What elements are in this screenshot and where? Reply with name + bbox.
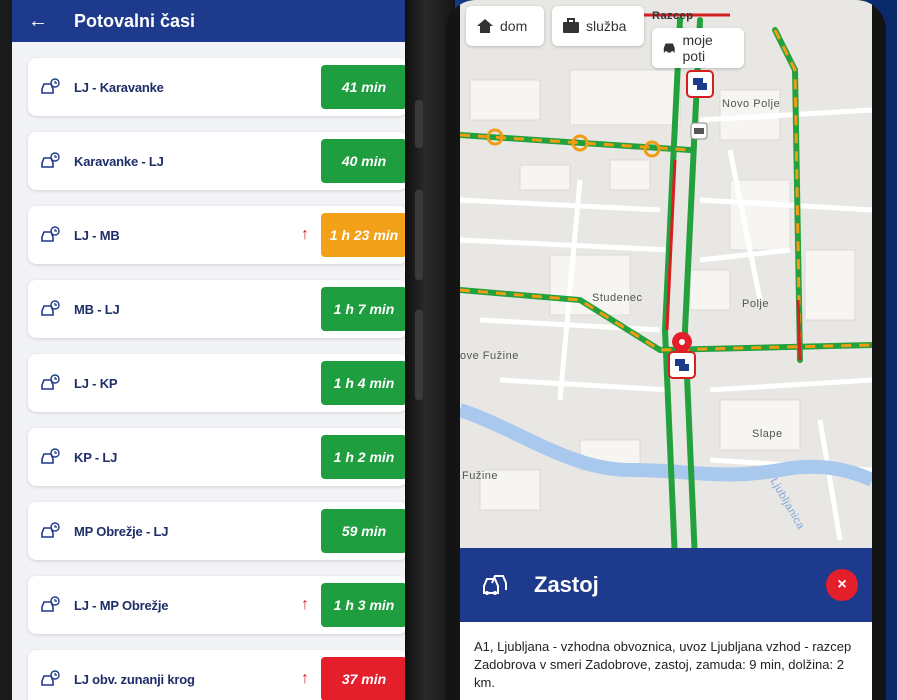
camera-icon [690, 122, 708, 140]
place-label: Novo Polje [722, 98, 781, 110]
place-label: Polje [742, 298, 769, 310]
camera-marker[interactable] [690, 122, 708, 145]
travel-time-badge: 1 h 2 min [321, 435, 407, 479]
route-name: LJ - KP [74, 375, 118, 391]
work-chip[interactable]: služba [552, 6, 644, 46]
volume-button [415, 100, 423, 148]
incident-title: Zastoj [534, 572, 599, 597]
traffic-map[interactable] [460, 0, 872, 560]
route-list: LJ - Karavanke 41 min Karavanke - LJ 40 min… [28, 58, 407, 700]
trend-up-icon: ↑ [301, 226, 309, 243]
route-name: LJ - Karavanke [74, 79, 164, 95]
route-card[interactable]: KP - LJ 1 h 2 min [28, 428, 407, 486]
route-card[interactable]: Karavanke - LJ 40 min [28, 132, 407, 190]
route-name: KP - LJ [74, 449, 118, 465]
route-car-icon [28, 670, 74, 688]
my-routes-chip-label: moje poti [682, 32, 713, 64]
place-label: Razcep [652, 10, 694, 22]
place-label: Studenec [592, 292, 643, 304]
incident-marker[interactable] [686, 70, 714, 105]
travel-time-badge: 59 min [321, 509, 407, 553]
route-name: Karavanke - LJ [74, 153, 164, 169]
car-icon [663, 43, 675, 54]
side-button [415, 190, 423, 280]
travel-time-badge: 1 h 23 min [321, 213, 407, 257]
traffic-jam-icon [483, 575, 507, 595]
my-routes-chip[interactable]: moje poti [652, 28, 744, 68]
selected-incident-marker[interactable] [666, 330, 698, 385]
app-bar: ← Potovalni časi [12, 0, 407, 42]
route-car-icon [28, 226, 74, 244]
route-name: MB - LJ [74, 301, 120, 317]
route-card[interactable]: LJ - Karavanke 41 min [28, 58, 407, 116]
route-card[interactable]: LJ - MB ↑ 1 h 23 min [28, 206, 407, 264]
route-name: LJ - MB [74, 227, 120, 243]
route-car-icon [28, 374, 74, 392]
back-arrow-icon[interactable]: ← [28, 10, 60, 33]
home-chip-label: dom [500, 18, 528, 34]
route-card[interactable]: MP Obrežje - LJ 59 min [28, 502, 407, 560]
route-card[interactable]: LJ - KP 1 h 4 min [28, 354, 407, 412]
page-title: Potovalni časi [74, 10, 196, 31]
place-label: ove Fužine [460, 350, 519, 362]
incident-panel: Zastoj × A1, Ljubljana - vzhodna obvozni… [460, 548, 872, 700]
travel-time-badge: 1 h 7 min [321, 287, 407, 331]
briefcase-icon [563, 18, 579, 33]
travel-time-badge: 37 min [321, 657, 407, 700]
route-name: LJ obv. zunanji krog [74, 671, 195, 687]
route-name: LJ - MP Obrežje [74, 597, 169, 613]
route-car-icon [28, 596, 74, 614]
incident-description: A1, Ljubljana - vzhodna obvoznica, uvoz … [460, 622, 872, 700]
incident-header: Zastoj × [460, 548, 872, 622]
trend-up-icon: ↑ [301, 670, 309, 687]
travel-times-screen: ← Potovalni časi LJ - Karavanke 41 min Kar… [12, 0, 407, 700]
close-button[interactable]: × [826, 569, 858, 601]
travel-time-badge: 40 min [321, 139, 407, 183]
place-label: Fužine [462, 470, 499, 482]
place-label: Slape [752, 428, 783, 440]
trend-up-icon: ↑ [301, 596, 309, 613]
side-button [415, 310, 423, 400]
travel-time-badge: 1 h 4 min [321, 361, 407, 405]
route-name: MP Obrežje - LJ [74, 523, 169, 539]
location-pin-icon [668, 332, 696, 379]
right-phone: dom služba moje poti Razcep Novo Polje S… [446, 0, 886, 700]
home-icon [477, 19, 493, 33]
work-chip-label: služba [586, 18, 627, 34]
route-car-icon [28, 152, 74, 170]
map-screen[interactable]: dom služba moje poti Razcep Novo Polje S… [460, 0, 872, 700]
home-chip[interactable]: dom [466, 6, 544, 46]
travel-time-badge: 1 h 3 min [321, 583, 407, 627]
route-car-icon [28, 448, 74, 466]
route-card[interactable]: MB - LJ 1 h 7 min [28, 280, 407, 338]
traffic-jam-marker-icon [686, 70, 714, 98]
route-card[interactable]: LJ obv. zunanji krog ↑ 37 min [28, 650, 407, 700]
route-car-icon [28, 300, 74, 318]
route-car-icon [28, 78, 74, 96]
route-card[interactable]: LJ - MP Obrežje ↑ 1 h 3 min [28, 576, 407, 634]
close-icon: × [837, 576, 847, 593]
travel-time-badge: 41 min [321, 65, 407, 109]
left-phone: ← Potovalni časi LJ - Karavanke 41 min Kar… [0, 0, 432, 700]
route-car-icon [28, 522, 74, 540]
